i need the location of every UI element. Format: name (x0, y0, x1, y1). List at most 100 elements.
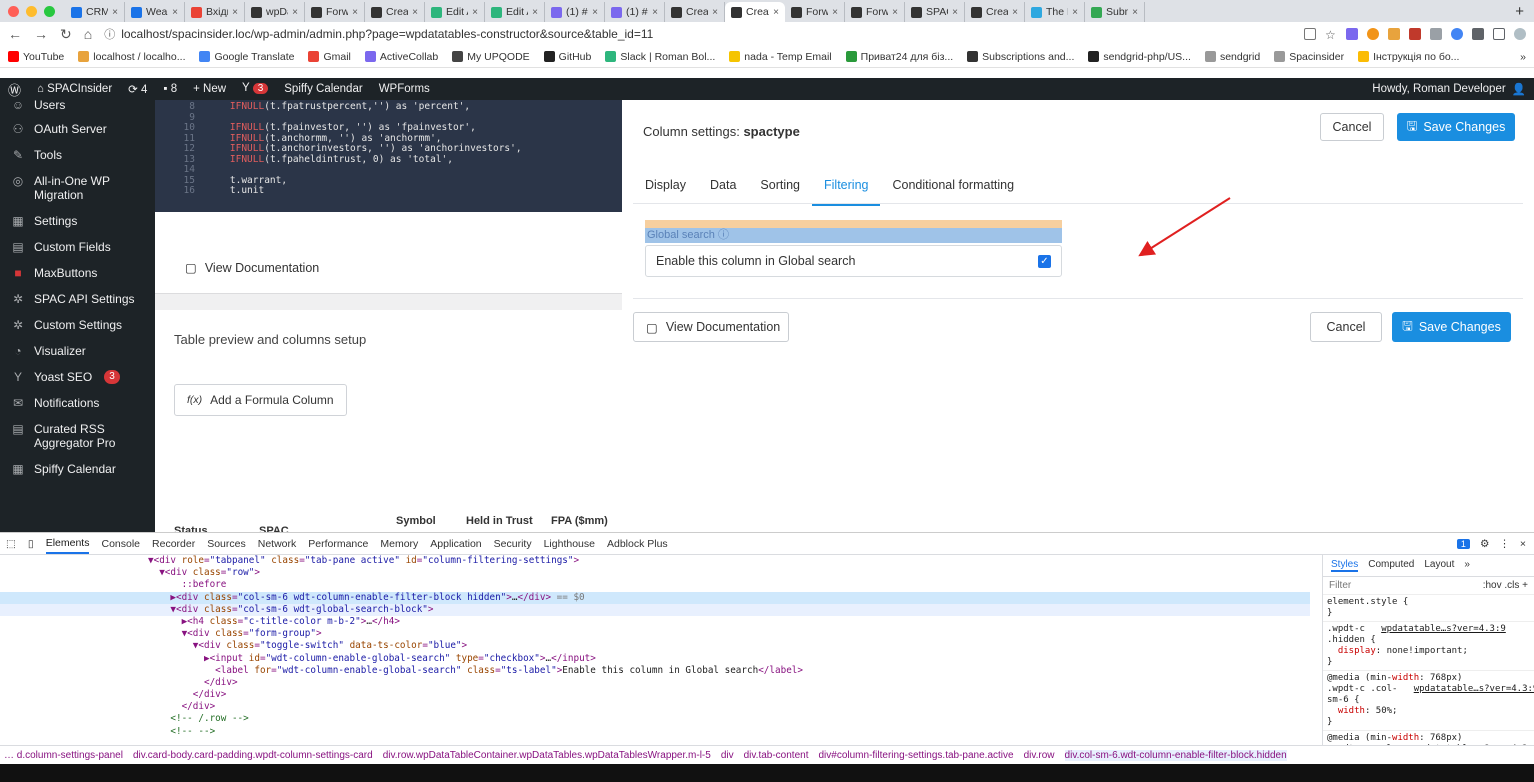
sidebar-item[interactable]: ▤ Curated RSS Aggregator Pro (0, 416, 155, 456)
sidebar-item[interactable]: ✲ Custom Settings (0, 312, 155, 338)
bookmark-item[interactable]: Google Translate (199, 51, 294, 63)
styles-tab-computed[interactable]: Computed (1368, 559, 1414, 572)
col-header-fpa[interactable]: FPA ($mm) (551, 515, 622, 532)
new-content-link[interactable]: + New (193, 83, 226, 95)
browser-tab[interactable]: Creat × (965, 2, 1025, 22)
tab-close-icon[interactable]: × (232, 7, 238, 18)
sidepanel-icon[interactable] (1493, 28, 1505, 40)
home-icon[interactable]: ⌂ (84, 26, 92, 42)
browser-tab[interactable]: Вхідн × (185, 2, 245, 22)
tab-close-icon[interactable]: × (532, 7, 538, 18)
dom-node[interactable]: ▼<div class="toggle-switch" data-ts-colo… (0, 640, 1310, 652)
share-icon[interactable] (1304, 28, 1316, 40)
back-icon[interactable]: ← (8, 26, 22, 42)
browser-tab[interactable]: CRM × (65, 2, 125, 22)
browser-tab[interactable]: Forwa × (845, 2, 905, 22)
more-options-icon[interactable]: ⋮ (1499, 538, 1510, 550)
browser-tab[interactable]: The E × (1025, 2, 1085, 22)
inspect-element-icon[interactable]: ⬚ (6, 538, 16, 550)
browser-tab[interactable]: Edit A × (485, 2, 545, 22)
minimize-window-button[interactable] (26, 5, 37, 17)
devtools-tab-security[interactable]: Security (494, 538, 532, 550)
bookmark-item[interactable]: sendgrid (1204, 51, 1260, 63)
bookmark-item[interactable]: Gmail (308, 51, 351, 63)
tab-close-icon[interactable]: × (832, 7, 838, 18)
sidebar-item[interactable]: ◔ Visualizer (0, 338, 155, 364)
bookmark-item[interactable]: GitHub (543, 51, 591, 63)
bookmark-item[interactable]: ActiveCollab (364, 51, 438, 63)
tab-display[interactable]: Display (633, 172, 698, 206)
breadcrumb-item[interactable]: div.tab-content (744, 750, 809, 761)
browser-tab[interactable]: Forwa × (305, 2, 365, 22)
site-name-link[interactable]: ⌂ SPACInsider (37, 83, 112, 95)
breadcrumb-item[interactable]: … d.column-settings-panel (4, 750, 123, 761)
browser-tab[interactable]: Creat × (365, 2, 425, 22)
tab-filtering[interactable]: Filtering (812, 172, 881, 206)
devtools-tab-sources[interactable]: Sources (207, 538, 246, 550)
sidebar-item[interactable]: ✉ Notifications (0, 390, 155, 416)
styles-tab-styles[interactable]: Styles (1331, 559, 1359, 572)
devtools-tab-console[interactable]: Console (101, 538, 140, 550)
tab-close-icon[interactable]: × (112, 7, 118, 18)
profile-avatar[interactable] (1514, 28, 1526, 40)
devtools-tab-network[interactable]: Network (258, 538, 297, 550)
browser-tab[interactable]: Forwa × (785, 2, 845, 22)
browser-tab[interactable]: wpDa × (245, 2, 305, 22)
tab-close-icon[interactable]: × (592, 7, 598, 18)
extension-gray-icon[interactable] (1430, 28, 1442, 40)
enable-global-search-checkbox[interactable]: ✓ (1038, 254, 1051, 268)
dom-node[interactable]: ▼<div class="col-sm-6 wdt-global-search-… (0, 603, 1310, 616)
devtools-tab-memory[interactable]: Memory (380, 538, 418, 550)
col-header-spac[interactable]: SPAC (259, 515, 396, 532)
dom-node[interactable]: ▶<div class="col-sm-6 wdt-column-enable-… (0, 591, 1310, 604)
dom-node[interactable]: </div> (0, 701, 1310, 713)
browser-tab[interactable]: SPAC × (905, 2, 965, 22)
breadcrumb-item[interactable]: div.row.wpDataTableContainer.wpDataTable… (383, 750, 711, 761)
tab-close-icon[interactable]: × (773, 7, 779, 18)
maximize-window-button[interactable] (44, 5, 55, 17)
extension-g-icon[interactable] (1451, 28, 1463, 40)
wpforms-link[interactable]: WPForms (379, 83, 430, 95)
dom-node[interactable]: ▼<div role="tabpanel" class="tab-pane ac… (0, 555, 1310, 567)
close-devtools-icon[interactable]: × (1520, 538, 1526, 550)
dom-node[interactable]: ▼<div class="form-group"> (0, 628, 1310, 640)
tab-close-icon[interactable]: × (1072, 7, 1078, 18)
breadcrumb-item[interactable]: div.row (1024, 750, 1055, 761)
sidebar-item[interactable]: ⚇ OAuth Server (0, 116, 155, 142)
devtools-tab-performance[interactable]: Performance (308, 538, 368, 550)
browser-tab[interactable]: (1) #6 × (545, 2, 605, 22)
breadcrumb-item[interactable]: div.card-body.card-padding.wpdt-column-s… (133, 750, 373, 761)
yoast-link[interactable]: Y 3 (242, 82, 269, 96)
sidebar-item[interactable]: ▦ Settings (0, 208, 155, 234)
wordpress-logo-icon[interactable]: Ⓦ (8, 80, 21, 99)
tab-close-icon[interactable]: × (892, 7, 898, 18)
tab-sorting[interactable]: Sorting (748, 172, 812, 206)
devtools-tab-adblock-plus[interactable]: Adblock Plus (607, 538, 668, 550)
view-documentation-button[interactable]: ▢ View Documentation (633, 312, 789, 342)
tab-close-icon[interactable]: × (1012, 7, 1018, 18)
extension-pen-icon[interactable] (1346, 28, 1358, 40)
dom-node[interactable]: ::before (0, 579, 1310, 591)
tab-close-icon[interactable]: × (352, 7, 358, 18)
account-menu[interactable]: Howdy, Roman Developer 👤 (1372, 82, 1526, 96)
styles-filter[interactable]: Filter :hov .cls + (1323, 577, 1534, 595)
tab-close-icon[interactable]: × (1132, 7, 1138, 18)
dom-node[interactable]: <label for="wdt-column-enable-global-sea… (0, 665, 1310, 677)
bookmark-item[interactable]: Інструкція по бо... (1358, 51, 1459, 63)
col-header-symbol[interactable]: Symbol (396, 515, 466, 532)
close-window-button[interactable] (8, 5, 19, 17)
dom-node[interactable]: <!-- /.row --> (0, 713, 1310, 725)
devtools-tab-lighthouse[interactable]: Lighthouse (544, 538, 595, 550)
sidebar-item[interactable]: ✲ SPAC API Settings (0, 286, 155, 312)
elements-dom-tree[interactable]: ▼<div role="tabpanel" class="tab-pane ac… (0, 555, 1310, 745)
info-icon[interactable]: ⓘ (718, 229, 729, 241)
breadcrumb-item[interactable]: div.col-sm-6.wdt-column-enable-filter-bl… (1064, 750, 1287, 761)
extension-fox-icon[interactable] (1367, 28, 1379, 40)
device-toolbar-icon[interactable]: ▯ (28, 538, 34, 550)
issues-badge[interactable]: 1 (1456, 538, 1470, 549)
dom-node[interactable]: </div> (0, 677, 1310, 689)
col-header-status[interactable]: Status (174, 515, 259, 532)
settings-gear-icon[interactable]: ⚙ (1480, 538, 1489, 550)
view-documentation-link-main[interactable]: ▢ View Documentation (185, 260, 319, 276)
col-header-held[interactable]: Held in Trust (466, 515, 551, 532)
